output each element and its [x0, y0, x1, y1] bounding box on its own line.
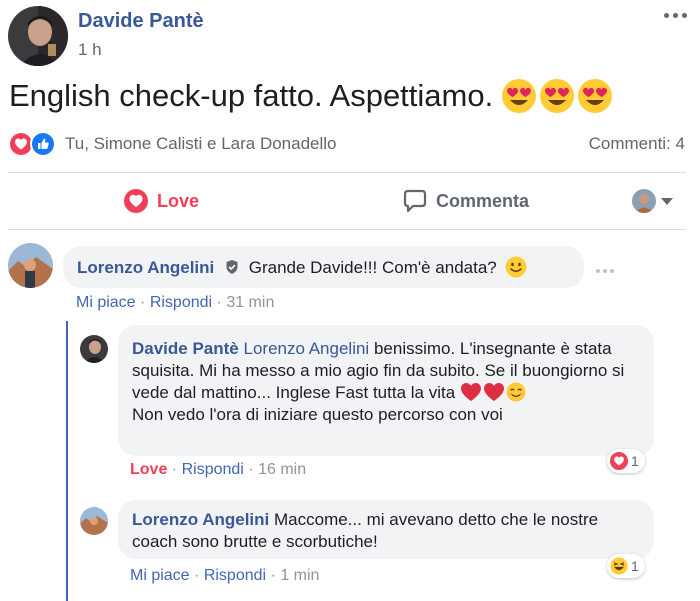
reply-link[interactable]: Rispondi [150, 294, 212, 311]
love-reaction-icon [610, 452, 628, 470]
comment-time[interactable]: 1 min [280, 567, 319, 584]
heart-eyes-emoji-icon [502, 79, 537, 113]
heart-eyes-emoji-icon [540, 79, 575, 113]
reply-content: Davide Pantè Lorenzo Angelini benissimo.… [132, 338, 640, 426]
comment-button[interactable]: Commenta [402, 186, 529, 216]
like-link[interactable]: Mi piace [130, 567, 190, 584]
reply-content: Lorenzo Angelini Maccome... mi avevano d… [132, 509, 640, 553]
emoji-group [501, 78, 613, 114]
comment-bubble: Lorenzo Angelini Grande Davide!!! Com'è … [63, 246, 584, 288]
reply-text-line2: Non vedo l'ora di iniziare questo percor… [132, 405, 503, 424]
reply-bubble: Lorenzo Angelini Maccome... mi avevano d… [118, 500, 654, 559]
reactors-list[interactable]: Tu, Simone Calisti e Lara Donadello [65, 134, 337, 154]
reply-author-avatar[interactable] [80, 507, 108, 535]
reply-meta: Mi piace · Rispondi · 1 min [130, 567, 320, 584]
reaction-count: 1 [631, 453, 639, 469]
comment-meta: Mi piace · Rispondi · 31 min [76, 294, 275, 311]
comment-author-avatar[interactable] [8, 243, 53, 288]
emoji-group [460, 382, 527, 402]
comment-time[interactable]: 31 min [226, 294, 274, 311]
divider [8, 172, 686, 173]
share-as-avatar[interactable] [632, 189, 656, 213]
comment-text: Grande Davide!!! Com'è andata? [248, 257, 497, 277]
love-outline-icon [124, 189, 148, 213]
mention-tag[interactable]: Lorenzo Angelini [244, 339, 370, 358]
like-reaction-icon [30, 131, 56, 157]
reply-thread-line [66, 321, 68, 601]
more-horizontal-icon[interactable] [664, 10, 688, 22]
caret-down-icon[interactable] [661, 198, 673, 205]
verified-badge-icon [226, 259, 238, 274]
post-author-avatar[interactable] [8, 6, 68, 66]
reply-bubble: Davide Pantè Lorenzo Angelini benissimo.… [118, 325, 654, 456]
reply-link[interactable]: Rispondi [182, 461, 244, 478]
reply-meta: Love · Rispondi · 16 min [130, 461, 307, 478]
heart-eyes-emoji-icon [578, 79, 613, 113]
reply-author-avatar[interactable] [80, 335, 108, 363]
post-timestamp[interactable]: 1 h [78, 40, 102, 60]
reaction-summary-icons[interactable] [8, 131, 62, 157]
red-heart-emoji-icon [483, 383, 504, 401]
comment-icon [403, 189, 427, 213]
comments-count-link[interactable]: Commenti: 4 [589, 134, 685, 154]
reaction-count: 1 [631, 558, 639, 574]
post-author-name[interactable]: Davide Pantè [78, 10, 204, 33]
post-body: English check-up fatto. Aspettiamo. [9, 78, 613, 114]
divider [8, 229, 686, 230]
love-button[interactable]: Love [123, 186, 199, 216]
comment-content: Lorenzo Angelini Grande Davide!!! Com'è … [77, 256, 527, 279]
comment-button-label: Commenta [436, 190, 530, 211]
love-link[interactable]: Love [130, 461, 167, 478]
reply-reaction-badge[interactable]: 1 [607, 449, 645, 473]
like-link[interactable]: Mi piace [76, 294, 136, 311]
post-text: English check-up fatto. Aspettiamo. [9, 78, 494, 113]
smiling-emoji-icon [506, 382, 526, 402]
laughing-emoji-icon [610, 557, 628, 575]
red-heart-emoji-icon [460, 383, 481, 401]
smiley-emoji-icon [505, 256, 527, 277]
reply-author-name[interactable]: Davide Pantè [132, 339, 239, 358]
reply-author-name[interactable]: Lorenzo Angelini [132, 510, 269, 529]
love-button-label: Love [157, 190, 200, 211]
reply-link[interactable]: Rispondi [204, 567, 266, 584]
comment-options-icon[interactable] [596, 267, 616, 275]
comment-author-name[interactable]: Lorenzo Angelini [77, 258, 214, 277]
comment-time[interactable]: 16 min [258, 461, 306, 478]
reply-reaction-badge[interactable]: 1 [607, 554, 645, 578]
